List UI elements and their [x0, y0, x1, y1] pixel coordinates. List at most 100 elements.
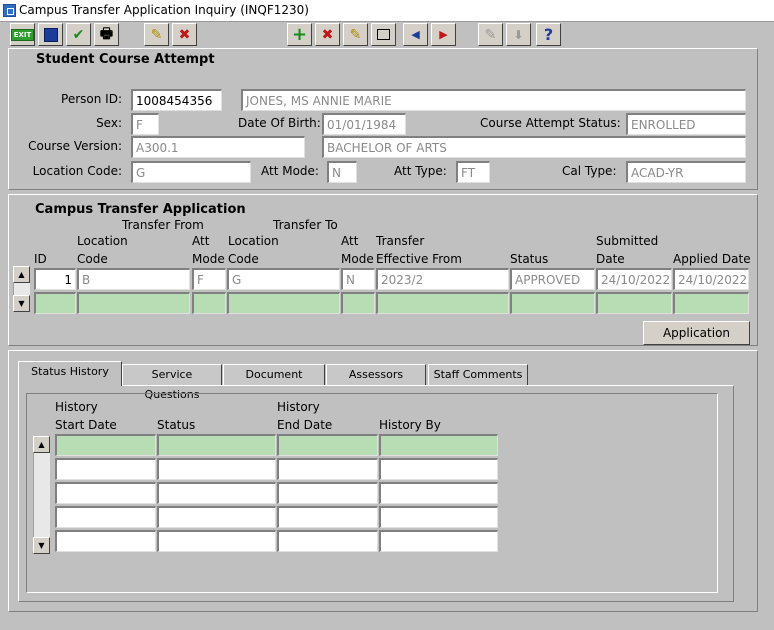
history-scroll-up-button[interactable]: ▲	[33, 436, 50, 453]
save-icon	[43, 27, 58, 42]
applied-header: Applied Date	[673, 252, 751, 266]
exit-icon: EXIT	[10, 28, 35, 41]
arrow-up-icon: ▲	[38, 440, 45, 449]
transfer-row-status[interactable]: APPROVED	[510, 268, 595, 290]
history-row1-by[interactable]	[379, 434, 498, 456]
commit-button[interactable]: ✔	[66, 23, 91, 46]
person-id-field[interactable]: 1008454356	[131, 89, 222, 111]
attempt-status-field[interactable]: ENROLLED	[626, 113, 746, 135]
history-row1-start[interactable]	[55, 434, 156, 456]
history-row4-end[interactable]	[277, 506, 378, 528]
help-button[interactable]: ?	[536, 23, 561, 46]
transfer-row2-id[interactable]	[34, 292, 76, 314]
course-version-field[interactable]: A300.1	[131, 136, 305, 158]
title-bar: Campus Transfer Application Inquiry (INQ…	[0, 0, 774, 22]
history-row1-end[interactable]	[277, 434, 378, 456]
tab-staff-comments[interactable]: Staff Comments	[428, 364, 528, 386]
delete-record-button[interactable]: ✖	[315, 23, 340, 46]
transfer-row2-from-mode[interactable]	[192, 292, 226, 314]
history-row4-by[interactable]	[379, 506, 498, 528]
transfer-row2-to-location[interactable]	[227, 292, 340, 314]
previous-block-button[interactable]: ◀	[403, 23, 428, 46]
editor-button[interactable]: ✎	[478, 23, 503, 46]
history-row4-status[interactable]	[157, 506, 276, 528]
history-scroll-down-button[interactable]: ▼	[33, 537, 50, 554]
transfer-row-submitted[interactable]: 24/10/2022	[596, 268, 672, 290]
edit-record-button[interactable]	[371, 23, 396, 46]
next-block-button[interactable]: ▶	[431, 23, 456, 46]
history-row2-start[interactable]	[55, 458, 156, 480]
location-code-field[interactable]: G	[131, 161, 251, 183]
pencil-icon: ✎	[484, 26, 497, 43]
dob-field[interactable]: 01/01/1984	[322, 113, 406, 135]
transfer-row2-applied[interactable]	[673, 292, 749, 314]
history-end-header-2: End Date	[277, 418, 333, 432]
transfer-row2-effective[interactable]	[376, 292, 509, 314]
arrow-down-icon: ⬇	[513, 27, 524, 42]
cal-type-field[interactable]: ACAD-YR	[626, 161, 746, 183]
history-row5-end[interactable]	[277, 530, 378, 552]
query-icon: ✎	[150, 26, 163, 43]
course-title-field[interactable]: BACHELOR OF ARTS	[322, 136, 746, 158]
att-type-field[interactable]: FT	[456, 161, 490, 183]
history-row2-status[interactable]	[157, 458, 276, 480]
tab-document[interactable]: Document	[223, 364, 325, 386]
transfer-row2-status[interactable]	[510, 292, 595, 314]
transfer-row2-from-location[interactable]	[77, 292, 190, 314]
to-location-header-2: Code	[228, 252, 259, 266]
transfer-row-effective[interactable]: 2023/2	[376, 268, 509, 290]
arrow-up-icon: ▲	[18, 270, 25, 279]
history-row2-end[interactable]	[277, 458, 378, 480]
transfer-row-from-location[interactable]: B	[77, 268, 190, 290]
transfer-scroll-down-button[interactable]: ▼	[13, 295, 30, 312]
history-row2-by[interactable]	[379, 458, 498, 480]
attempt-status-label: Course Attempt Status:	[480, 116, 621, 130]
transfer-status-header: Status	[510, 252, 549, 266]
transfer-row2-to-mode[interactable]	[341, 292, 375, 314]
transfer-row-id[interactable]: 1	[34, 268, 76, 290]
history-end-header-1: History	[277, 400, 320, 414]
arrow-down-icon: ▼	[18, 299, 25, 308]
transfer-scroll-up-button[interactable]: ▲	[13, 266, 30, 283]
history-row5-by[interactable]	[379, 530, 498, 552]
att-mode-field[interactable]: N	[327, 161, 357, 183]
history-scrollbar-track[interactable]	[33, 453, 50, 537]
clear-record-button[interactable]: ✎	[343, 23, 368, 46]
list-values-button[interactable]: ⬇	[506, 23, 531, 46]
person-name-field[interactable]: JONES, MS ANNIE MARIE	[241, 89, 746, 111]
from-mode-header-2: Mode	[192, 252, 225, 266]
history-row3-by[interactable]	[379, 482, 498, 504]
tab-assessors[interactable]: Assessors	[326, 364, 426, 386]
save-button[interactable]	[38, 23, 63, 46]
cancel-query-button[interactable]: ✖	[172, 23, 197, 46]
history-row1-status[interactable]	[157, 434, 276, 456]
history-row3-status[interactable]	[157, 482, 276, 504]
transfer-scrollbar-track[interactable]	[13, 283, 30, 295]
enter-query-button[interactable]: ✎	[144, 23, 169, 46]
history-row5-start[interactable]	[55, 530, 156, 552]
transfer-row2-submitted[interactable]	[596, 292, 672, 314]
window-title: Campus Transfer Application Inquiry (INQ…	[19, 3, 309, 17]
transfer-row-applied[interactable]: 24/10/2022	[673, 268, 749, 290]
insert-record-button[interactable]: +	[287, 23, 312, 46]
history-row3-end[interactable]	[277, 482, 378, 504]
transfer-row-from-mode[interactable]: F	[192, 268, 226, 290]
cancel-query-icon: ✖	[178, 26, 191, 43]
previous-block-icon: ◀	[411, 28, 420, 41]
history-start-header-2: Start Date	[55, 418, 117, 432]
print-button[interactable]: 🖶	[94, 23, 119, 46]
effective-header-2: Effective From	[376, 252, 462, 266]
tab-service-questions[interactable]: Service Questions	[122, 364, 222, 401]
exit-button[interactable]: EXIT	[10, 23, 35, 46]
transfer-row-to-mode[interactable]: N	[341, 268, 375, 290]
history-row4-start[interactable]	[55, 506, 156, 528]
history-row5-status[interactable]	[157, 530, 276, 552]
help-icon: ?	[543, 25, 554, 44]
tab-status-history[interactable]: Status History	[18, 361, 122, 386]
sex-field[interactable]: F	[131, 113, 159, 135]
application-button[interactable]: Application	[643, 321, 750, 345]
history-row3-start[interactable]	[55, 482, 156, 504]
printer-icon: 🖶	[99, 25, 114, 42]
transfer-row-to-location[interactable]: G	[227, 268, 340, 290]
eraser-icon: ✎	[349, 26, 362, 43]
